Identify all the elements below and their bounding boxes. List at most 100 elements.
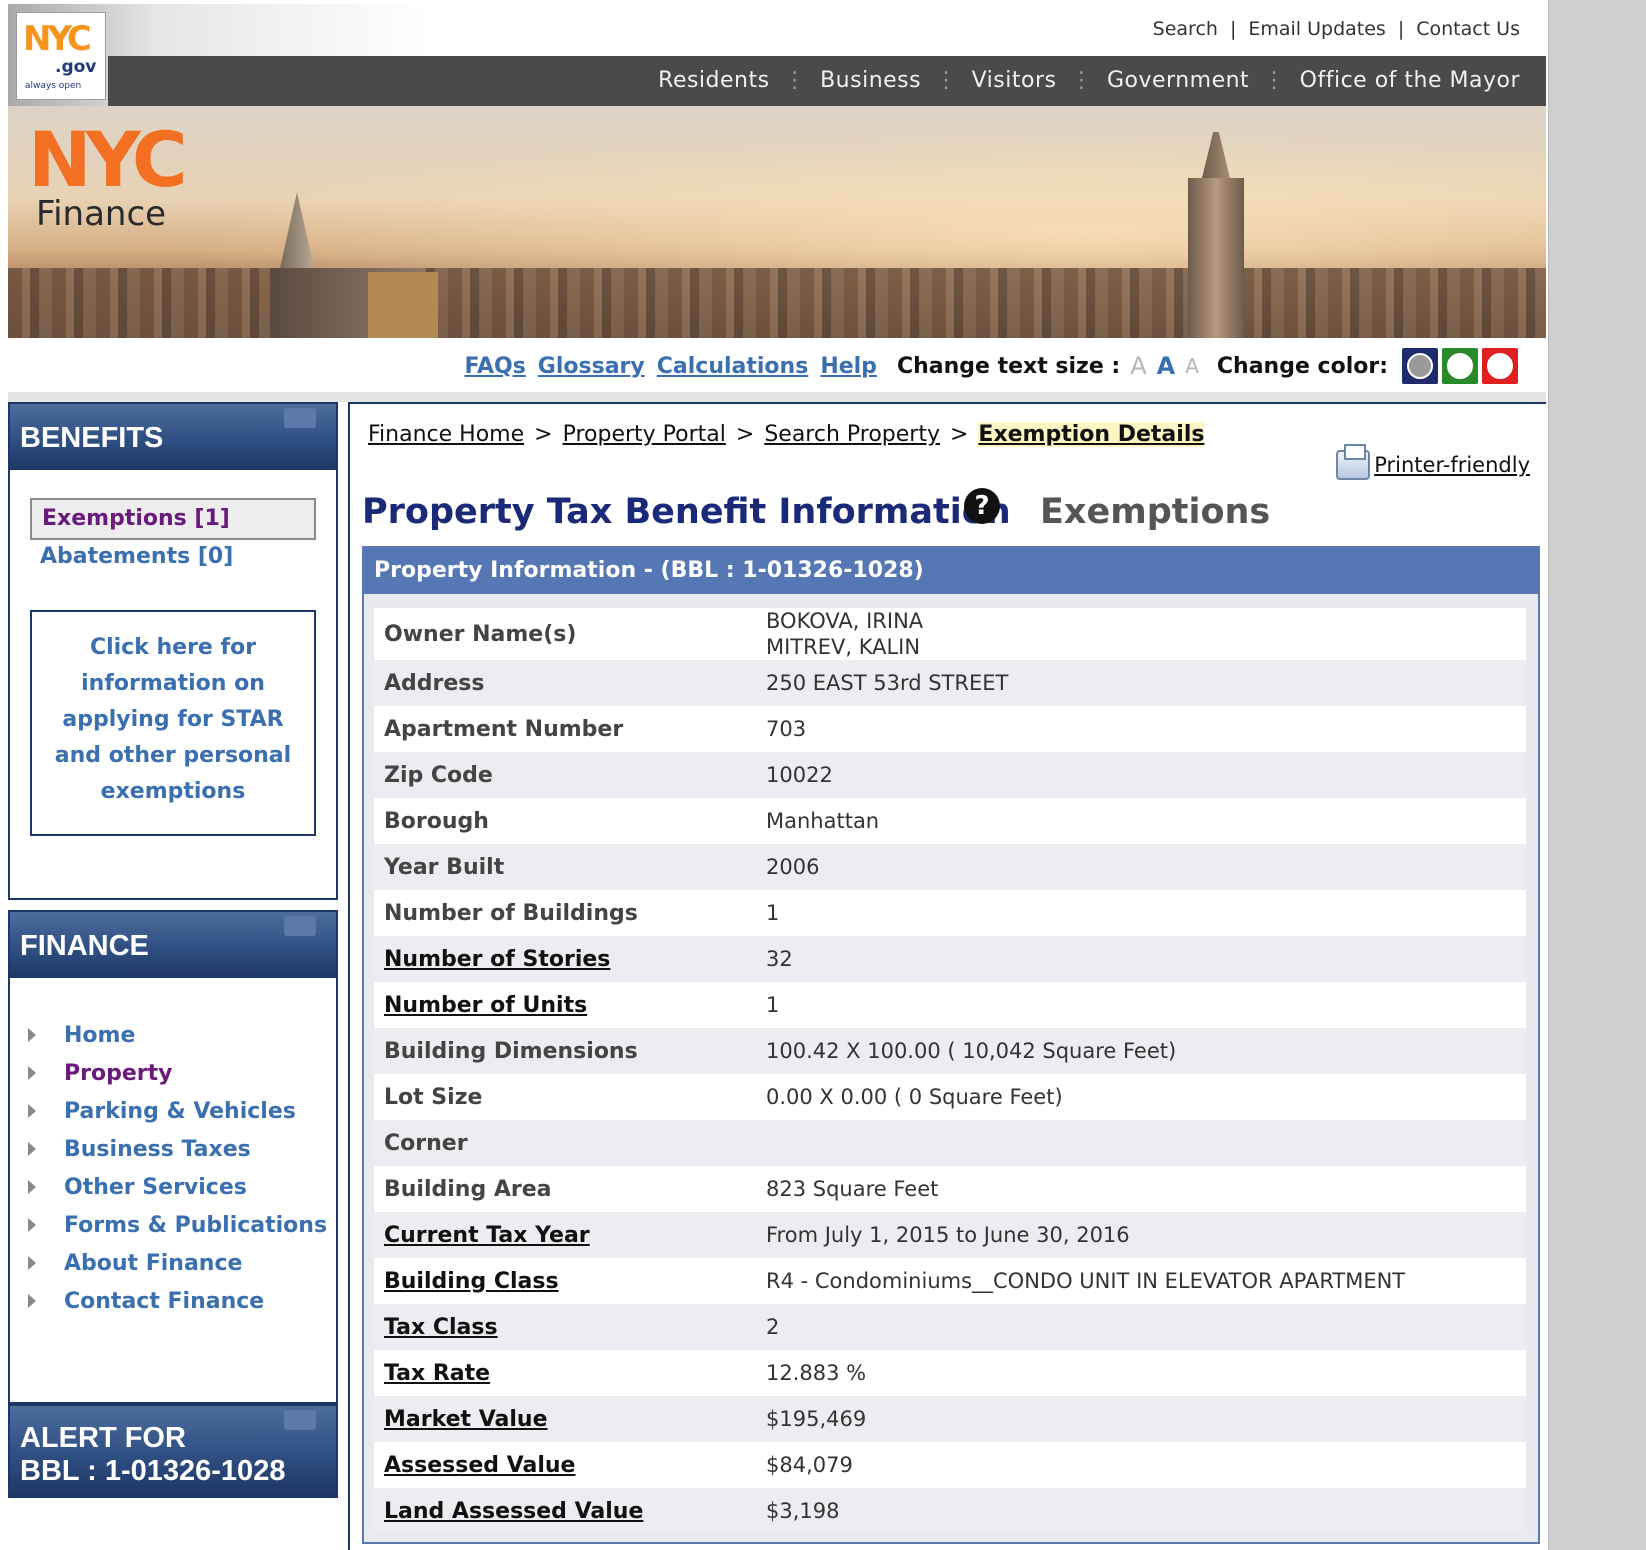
color-red-button[interactable] — [1482, 348, 1518, 384]
nyc-finance-logo[interactable]: NYC Finance — [28, 122, 188, 235]
star-info-line: information on — [81, 671, 265, 696]
table-row: Assessed Value $84,079 — [374, 1442, 1526, 1488]
field-label-link[interactable]: Tax Rate — [374, 1361, 766, 1386]
field-label-link[interactable]: Number of Units — [374, 993, 766, 1018]
header-tab-icon — [284, 408, 316, 428]
table-row: Market Value $195,469 — [374, 1396, 1526, 1442]
exemptions-link[interactable]: Exemptions [1] — [30, 498, 316, 540]
field-value: 2 — [766, 1314, 779, 1340]
contact-us-link[interactable]: Contact Us — [1416, 18, 1520, 40]
gov-logo-text: .gov — [55, 57, 97, 77]
printer-friendly-link[interactable]: Printer-friendly — [1336, 444, 1530, 480]
triangle-right-icon — [28, 1142, 36, 1156]
text-size-small[interactable]: A — [1185, 354, 1199, 378]
table-row: Apartment Number 703 — [374, 706, 1526, 752]
breadcrumb-search-property[interactable]: Search Property — [764, 422, 940, 447]
field-label-link[interactable]: Assessed Value — [374, 1453, 766, 1478]
color-green-button[interactable] — [1442, 348, 1478, 384]
breadcrumb-current[interactable]: Exemption Details — [978, 422, 1205, 447]
text-size-medium[interactable]: A — [1157, 352, 1176, 380]
table-row: Number of Buildings 1 — [374, 890, 1526, 936]
nav-residents[interactable]: Residents — [658, 68, 769, 93]
table-row: Lot Size 0.00 X 0.00 ( 0 Square Feet) — [374, 1074, 1526, 1120]
page-title: Property Tax Benefit Information — [362, 492, 1011, 532]
finance-nav-property[interactable]: Property — [28, 1054, 327, 1092]
table-row: Corner — [374, 1120, 1526, 1166]
printer-friendly-label: Printer-friendly — [1374, 453, 1530, 477]
skyline-banner: NYC Finance — [8, 106, 1546, 338]
field-value-line: $84,079 — [766, 1453, 853, 1477]
field-label-link[interactable]: Current Tax Year — [374, 1223, 766, 1248]
field-label: Building Dimensions — [384, 1038, 638, 1064]
field-label-link[interactable]: Number of Stories — [374, 947, 766, 972]
alert-box: ALERT FOR BBL : 1-01326-1028 — [8, 1404, 338, 1498]
finance-box: FINANCE Home Property Parking & Vehicles… — [8, 910, 338, 1404]
star-info-line: Click here for — [89, 635, 257, 660]
field-value-line: $195,469 — [766, 1407, 867, 1431]
glossary-link[interactable]: Glossary — [538, 354, 645, 379]
field-label-link[interactable]: Tax Class — [374, 1315, 766, 1340]
benefits-box: BENEFITS Exemptions [1] Abatements [0] C… — [8, 402, 338, 900]
field-value-line: BOKOVA, IRINA — [766, 609, 924, 633]
nav-visitors[interactable]: Visitors — [972, 68, 1057, 93]
field-label: Zip Code — [384, 762, 493, 788]
field-label-link[interactable]: Market Value — [374, 1407, 766, 1432]
table-row: Land Assessed Value $3,198 — [374, 1488, 1526, 1534]
field-label-link[interactable]: Land Assessed Value — [374, 1499, 766, 1524]
divider: | — [1229, 18, 1237, 40]
empire-state-building-image — [1188, 178, 1244, 338]
finance-nav-home[interactable]: Home — [28, 1016, 327, 1054]
finance-nav-other-services[interactable]: Other Services — [28, 1168, 327, 1206]
calculations-link[interactable]: Calculations — [657, 354, 809, 379]
text-size-large[interactable]: A — [1130, 352, 1146, 380]
search-link[interactable]: Search — [1153, 18, 1218, 40]
breadcrumb-property-portal[interactable]: Property Portal — [563, 422, 726, 447]
table-row: Number of Stories 32 — [374, 936, 1526, 982]
field-value-line: 0.00 X 0.00 ( 0 Square Feet) — [766, 1085, 1063, 1109]
help-link[interactable]: Help — [820, 354, 877, 379]
finance-nav-forms-publications[interactable]: Forms & Publications — [28, 1206, 327, 1244]
finance-nav-parking-vehicles[interactable]: Parking & Vehicles — [28, 1092, 327, 1130]
star-info-line: exemptions — [100, 779, 246, 804]
divider — [8, 392, 1546, 402]
nav-business[interactable]: Business — [820, 68, 921, 93]
table-row: Tax Class 2 — [374, 1304, 1526, 1350]
triangle-right-icon — [28, 1256, 36, 1270]
faqs-link[interactable]: FAQs — [464, 354, 525, 379]
field-value-line: Manhattan — [766, 809, 880, 833]
divider: | — [1397, 18, 1405, 40]
field-value-line: R4 - Condominiums__CONDO UNIT IN ELEVATO… — [766, 1269, 1406, 1293]
finance-nav-business-taxes[interactable]: Business Taxes — [28, 1130, 327, 1168]
field-value: 823 Square Feet — [766, 1176, 938, 1202]
abatements-link[interactable]: Abatements [0] — [40, 544, 233, 569]
star-info-link[interactable]: Click here for information on applying f… — [30, 610, 316, 836]
table-row: Zip Code 10022 — [374, 752, 1526, 798]
field-value-line: 2006 — [766, 855, 820, 879]
field-label: Building Area — [384, 1176, 552, 1202]
table-row: Borough Manhattan — [374, 798, 1526, 844]
star-info-line: and other personal — [54, 743, 292, 768]
divider: ⋮ — [1263, 68, 1286, 93]
table-row: Building Class R4 - Condominiums__CONDO U… — [374, 1258, 1526, 1304]
star-info-line: applying for STAR — [62, 707, 284, 732]
nav-government[interactable]: Government — [1107, 68, 1249, 93]
triangle-right-icon — [28, 1294, 36, 1308]
printer-icon — [1336, 444, 1371, 480]
breadcrumb-separator: > — [534, 422, 553, 447]
field-value-line: 703 — [766, 717, 807, 741]
breadcrumb-finance-home[interactable]: Finance Home — [368, 422, 524, 447]
field-value-line: 10022 — [766, 763, 833, 787]
finance-nav-about-finance[interactable]: About Finance — [28, 1244, 327, 1282]
color-blue-button[interactable] — [1402, 348, 1438, 384]
field-value-line: 100.42 X 100.00 ( 10,042 Square Feet) — [766, 1039, 1177, 1063]
field-label-link[interactable]: Building Class — [374, 1269, 766, 1294]
field-value-line: 2 — [766, 1315, 780, 1339]
nav-office-of-the-mayor[interactable]: Office of the Mayor — [1300, 68, 1520, 93]
email-updates-link[interactable]: Email Updates — [1248, 18, 1385, 40]
table-row: Tax Rate 12.883 % — [374, 1350, 1526, 1396]
field-value: 1 — [766, 900, 779, 926]
tools-row: FAQs Glossary Calculations Help Change t… — [8, 338, 1546, 392]
finance-nav-contact-finance[interactable]: Contact Finance — [28, 1282, 327, 1320]
nyc-gov-logo[interactable]: NYC .gov always open — [16, 12, 106, 100]
help-icon[interactable]: ? — [964, 488, 1000, 524]
